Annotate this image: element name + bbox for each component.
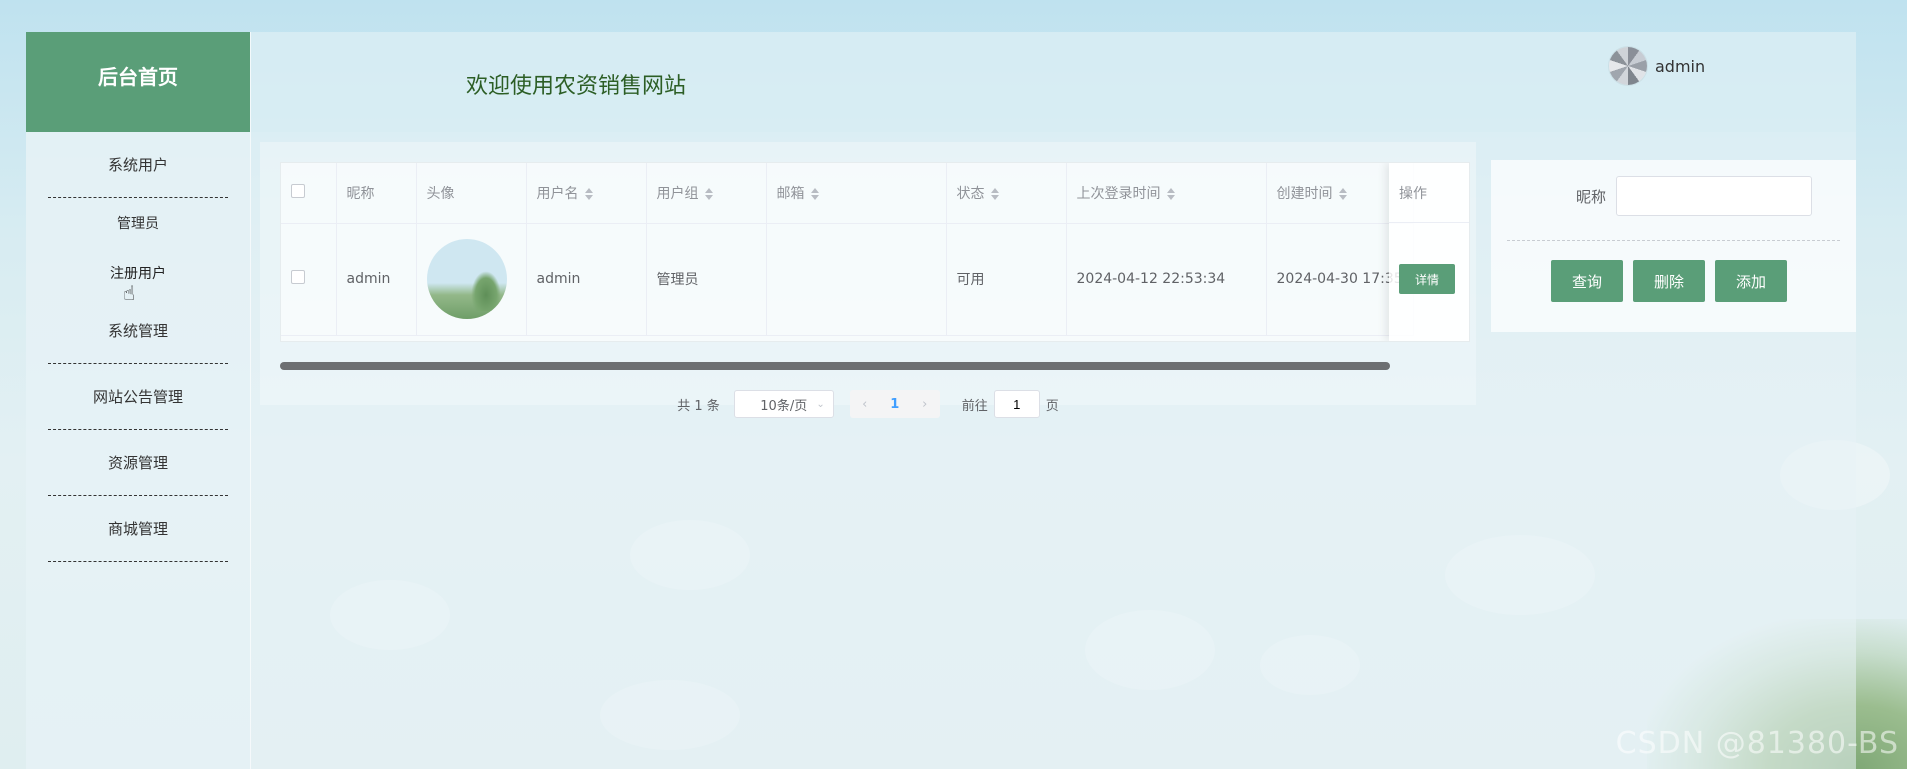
column-header-email[interactable]: 邮箱	[766, 163, 947, 224]
row-checkbox[interactable]	[291, 270, 305, 284]
welcome-title: 欢迎使用农资销售网站	[466, 74, 687, 99]
page-size-select[interactable]: 10条/页 ⌄	[733, 390, 834, 418]
next-page-button[interactable]: ›	[910, 390, 940, 418]
user-name: admin	[1655, 56, 1706, 76]
column-header-group[interactable]: 用户组	[646, 163, 767, 224]
search-panel: 昵称 查询 删除 添加	[1491, 160, 1856, 332]
sidebar-item-label: 系统管理	[107, 322, 168, 340]
sidebar-subitem-label: 注册用户	[110, 266, 166, 282]
top-header: 欢迎使用农资销售网站 admin	[251, 32, 1856, 132]
watermark: CSDN @81380-BS	[1615, 726, 1899, 761]
cell-status: 可用	[946, 223, 1067, 336]
column-header-avatar: 头像	[416, 163, 527, 224]
row-select-cell	[281, 223, 337, 336]
table-row: admin admin 管理员 可用 2024-04-12 22:53:34 2…	[281, 223, 1414, 336]
column-header-actions: 操作	[1389, 163, 1469, 223]
cell-nickname: admin	[336, 223, 417, 336]
sort-icon[interactable]	[1338, 187, 1347, 200]
sidebar-group-system-users: 系统用户 管理员 注册用户	[26, 132, 250, 298]
goto-prefix-label: 前往	[961, 398, 988, 414]
sidebar-item-resources[interactable]: 资源管理	[48, 430, 228, 496]
select-all-checkbox[interactable]	[291, 183, 305, 198]
hand-cursor-icon: ☝	[123, 281, 136, 305]
user-menu[interactable]: admin	[1609, 47, 1705, 85]
sidebar-subitem-admins[interactable]: 管理员	[26, 198, 250, 248]
column-header-nickname: 昵称	[336, 163, 417, 224]
pagination-total: 共 1 条	[677, 398, 720, 414]
user-table-card: 昵称 头像 用户名 用户组 邮箱 状态 上次登录时间 创建时间 admin ad…	[260, 142, 1476, 418]
sidebar-item-label: 网站公告管理	[92, 388, 183, 406]
search-nickname-input[interactable]	[1616, 176, 1812, 216]
user-avatar	[1609, 47, 1647, 85]
table-horizontal-scrollbar[interactable]	[280, 362, 1390, 370]
search-divider	[1507, 240, 1840, 241]
column-header-last-login[interactable]: 上次登录时间	[1066, 163, 1267, 224]
cell-avatar	[416, 223, 527, 336]
sidebar-title: 后台首页	[98, 64, 178, 89]
user-table: 昵称 头像 用户名 用户组 邮箱 状态 上次登录时间 创建时间 admin ad…	[280, 162, 1470, 342]
cell-username: admin	[526, 223, 647, 336]
cell-group: 管理员	[646, 223, 767, 336]
sort-icon[interactable]	[990, 187, 999, 200]
table-header-row: 昵称 头像 用户名 用户组 邮箱 状态 上次登录时间 创建时间	[281, 163, 1414, 224]
query-button[interactable]: 查询	[1551, 260, 1623, 302]
sidebar-home-link[interactable]: 后台首页	[26, 32, 250, 132]
chevron-down-icon: ⌄	[816, 398, 825, 410]
sidebar-subitem-label: 管理员	[117, 216, 159, 232]
select-all-cell	[281, 163, 337, 224]
sidebar-subitem-registered-users[interactable]: 注册用户	[26, 248, 250, 298]
add-button[interactable]: 添加	[1715, 260, 1787, 302]
sort-icon[interactable]	[704, 187, 713, 200]
operation-column: 操作 详情	[1389, 163, 1469, 341]
delete-button[interactable]: 删除	[1633, 260, 1705, 302]
goto-suffix-label: 页	[1045, 398, 1059, 414]
search-nickname-label: 昵称	[1575, 187, 1606, 206]
page-size-value: 10条/页	[760, 398, 808, 414]
row-avatar-image	[426, 239, 507, 319]
sidebar: 后台首页 系统用户 管理员 注册用户 系统管理 网站公告管理 资源管理 商城管理	[26, 32, 251, 769]
cell-email	[766, 223, 947, 336]
sidebar-item-system-users[interactable]: 系统用户	[48, 132, 228, 198]
sidebar-item-announcements[interactable]: 网站公告管理	[48, 364, 228, 430]
pager-controls: ‹ 1 ›	[849, 390, 940, 418]
sort-icon[interactable]	[810, 187, 819, 200]
sort-icon[interactable]	[584, 187, 593, 200]
sidebar-item-label: 资源管理	[107, 454, 168, 472]
column-header-username[interactable]: 用户名	[526, 163, 647, 224]
sidebar-item-mall[interactable]: 商城管理	[48, 496, 228, 562]
sidebar-item-label: 系统用户	[107, 156, 168, 174]
column-header-status[interactable]: 状态	[946, 163, 1067, 224]
page-number-current[interactable]: 1	[880, 390, 910, 418]
sort-icon[interactable]	[1166, 187, 1175, 200]
prev-page-button[interactable]: ‹	[850, 390, 880, 418]
cell-last-login: 2024-04-12 22:53:34	[1066, 223, 1267, 336]
pagination: 共 1 条 10条/页 ⌄ ‹ 1 › 前往 页	[260, 390, 1476, 418]
detail-button[interactable]: 详情	[1399, 264, 1455, 294]
sidebar-item-system-management[interactable]: 系统管理	[48, 298, 228, 364]
sidebar-item-label: 商城管理	[107, 520, 168, 538]
goto-page-input[interactable]	[993, 390, 1040, 418]
